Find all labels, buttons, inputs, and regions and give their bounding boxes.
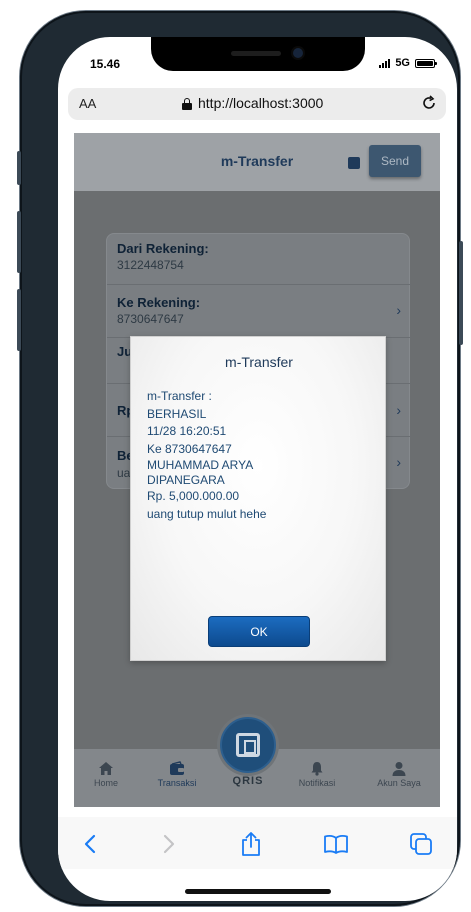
home-icon xyxy=(99,762,113,775)
dialog-line: BERHASIL xyxy=(147,406,207,421)
reload-icon[interactable] xyxy=(421,95,437,111)
nav-item-home[interactable]: Home xyxy=(74,761,141,788)
url-field[interactable]: http://localhost:3000 xyxy=(182,95,323,111)
qris-icon xyxy=(236,733,260,757)
mute-switch xyxy=(17,151,21,185)
text-size-button[interactable]: AA xyxy=(79,96,96,111)
header-checkbox[interactable] xyxy=(348,157,360,169)
home-indicator xyxy=(185,889,331,894)
network-label: 5G xyxy=(395,57,410,69)
screen: 15.46 5G AA http://localhost:3000 m-Tran… xyxy=(58,37,457,901)
user-icon xyxy=(392,762,406,776)
chevron-right-icon: › xyxy=(396,302,401,318)
form-label: Ke Rekening: xyxy=(117,295,201,310)
nav-label: Home xyxy=(93,778,118,788)
bell-icon xyxy=(311,762,323,776)
dialog-line: uang tutup mulut hehe xyxy=(147,506,267,521)
form-row-source[interactable]: Dari Rekening: 3122448754 xyxy=(107,234,411,285)
dialog-line: m-Transfer : xyxy=(147,389,212,403)
phone-frame: 15.46 5G AA http://localhost:3000 m-Tran… xyxy=(17,11,463,906)
dialog-line: 11/28 16:20:51 xyxy=(147,424,227,439)
share-icon[interactable] xyxy=(238,831,264,857)
dialog-line: Ke 8730647647 xyxy=(147,441,232,456)
bookmarks-icon[interactable] xyxy=(323,831,349,857)
app-viewport: m-Transfer Send Dari Rekening: 312244875… xyxy=(74,133,440,807)
nav-label: Akun Saya xyxy=(377,778,421,788)
form-label: Dari Rekening: xyxy=(117,241,209,256)
dialog-title: m-Transfer xyxy=(225,354,293,370)
form-value: 3122448754 xyxy=(117,258,184,272)
chevron-right-icon: › xyxy=(396,402,401,418)
app-header: m-Transfer Send xyxy=(74,133,440,191)
volume-up-button xyxy=(17,211,21,273)
back-icon[interactable] xyxy=(78,831,104,857)
browser-toolbar xyxy=(58,817,457,869)
status-indicators: 5G xyxy=(379,57,437,69)
result-dialog: m-Transfer m-Transfer : BERHASIL 11/28 1… xyxy=(130,336,386,661)
nav-item-akun[interactable]: Akun Saya xyxy=(364,761,434,788)
signal-icon xyxy=(379,58,391,68)
nav-label: Notifikasi xyxy=(298,778,336,788)
dialog-message: m-Transfer : BERHASIL 11/28 16:20:51 Ke … xyxy=(147,388,377,524)
address-bar[interactable]: AA http://localhost:3000 xyxy=(68,88,446,120)
ok-button[interactable]: OK xyxy=(208,616,310,647)
notch xyxy=(151,37,365,71)
nav-item-notifikasi[interactable]: Notifikasi xyxy=(282,761,352,788)
dialog-line: DIPANEGARA xyxy=(147,473,225,488)
power-button xyxy=(459,241,463,345)
form-value: ua xyxy=(117,466,131,480)
camera-icon xyxy=(293,48,303,58)
wallet-icon xyxy=(170,761,184,775)
qris-button[interactable] xyxy=(220,717,276,773)
nav-item-transaksi[interactable]: Transaksi xyxy=(142,761,212,788)
lock-icon xyxy=(182,97,192,110)
form-value: 8730647647 xyxy=(117,312,184,326)
url-text: http://localhost:3000 xyxy=(198,95,324,111)
dialog-line: Rp. 5,000.000.00 xyxy=(147,489,240,504)
status-time: 15.46 xyxy=(90,57,121,71)
nav-label: Transaksi xyxy=(157,778,197,788)
forward-icon[interactable] xyxy=(155,831,181,857)
dialog-line: MUHAMMAD ARYA xyxy=(147,458,254,473)
chevron-right-icon: › xyxy=(396,454,401,470)
volume-down-button xyxy=(17,289,21,351)
send-button[interactable]: Send xyxy=(369,145,421,177)
battery-icon xyxy=(415,58,437,68)
tabs-icon[interactable] xyxy=(408,831,434,857)
form-row-destination[interactable]: Ke Rekening: 8730647647 › xyxy=(107,285,411,338)
qris-label: QRIS xyxy=(232,775,264,787)
